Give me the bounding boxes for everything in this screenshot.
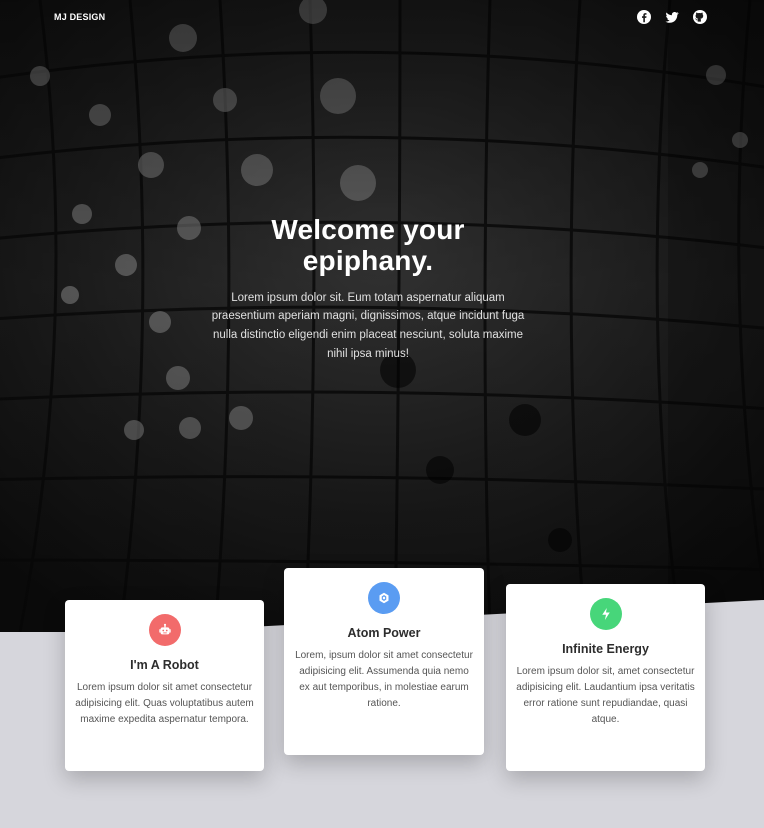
- top-navigation: MJ DESIGN: [0, 0, 764, 34]
- github-icon[interactable]: [692, 9, 708, 25]
- feature-card-robot: I'm A Robot Lorem ipsum dolor sit amet c…: [65, 600, 264, 771]
- card-title: I'm A Robot: [130, 658, 199, 672]
- robot-icon: [148, 614, 181, 646]
- hero-section: MJ DESIGN Welcome your epiphany. Lorem i…: [0, 0, 764, 632]
- hero-title: Welcome your epiphany.: [271, 214, 465, 277]
- card-title: Atom Power: [347, 626, 421, 640]
- atom-icon: [368, 582, 400, 614]
- facebook-icon[interactable]: [636, 9, 652, 25]
- feature-card-energy: Infinite Energy Lorem ipsum dolor sit, a…: [506, 584, 705, 771]
- feature-card-atom: Atom Power Lorem, ipsum dolor sit amet c…: [284, 568, 484, 755]
- hero-description: Lorem ipsum dolor sit. Eum totam asperna…: [211, 291, 525, 360]
- twitter-icon[interactable]: [664, 9, 680, 25]
- hero-content: Welcome your epiphany. Lorem ipsum dolor…: [207, 214, 529, 363]
- card-text: Lorem ipsum dolor sit amet consectetur a…: [75, 682, 254, 725]
- card-text: Lorem ipsum dolor sit, amet consectetur …: [516, 666, 695, 725]
- card-title: Infinite Energy: [562, 642, 649, 656]
- lightning-icon: [589, 598, 622, 630]
- brand-logo[interactable]: MJ DESIGN: [54, 12, 105, 22]
- social-links: [636, 9, 708, 25]
- card-text: Lorem, ipsum dolor sit amet consectetur …: [295, 650, 473, 709]
